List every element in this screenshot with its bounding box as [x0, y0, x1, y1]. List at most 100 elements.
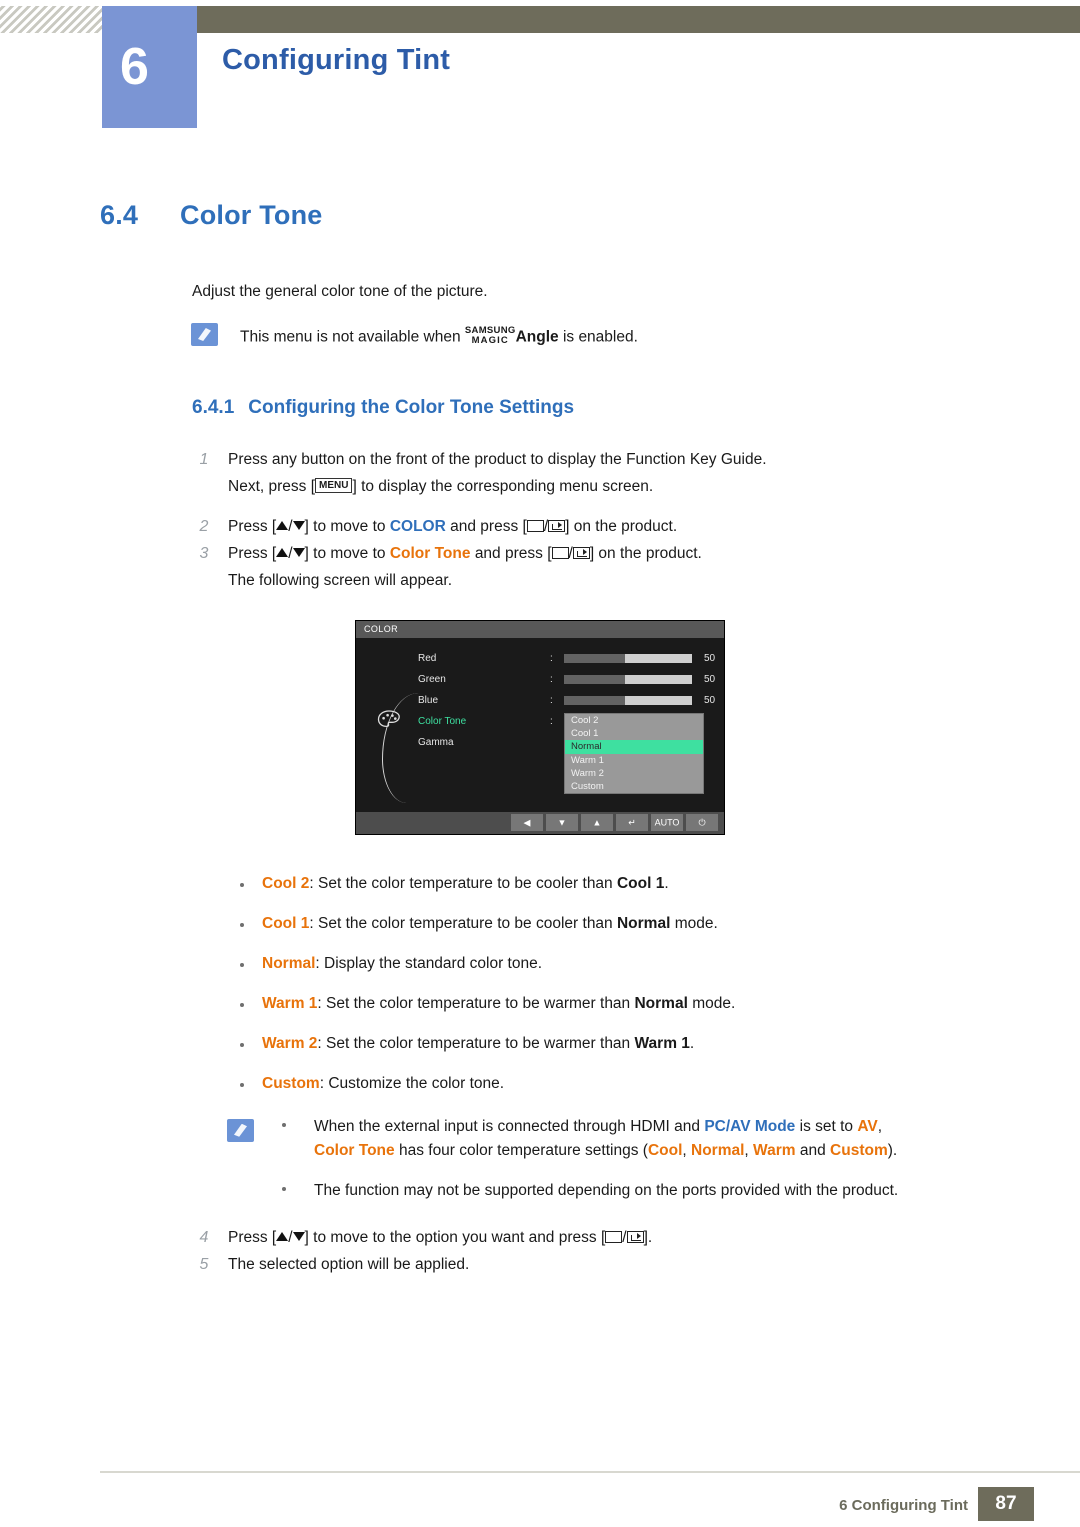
enter-key-icon	[548, 519, 566, 532]
dropdown-item-cool-2[interactable]: Cool 2	[565, 714, 703, 727]
note-box-item-2: The function may not be supported depend…	[282, 1179, 1080, 1203]
step-2-post: ] on the product.	[565, 517, 678, 535]
step-number: 5	[199, 1255, 209, 1273]
up-arrow-icon: ▲	[592, 817, 602, 828]
osd-row-label: Green	[418, 673, 446, 685]
step-2-target: COLOR	[389, 517, 446, 535]
osd-row-slider[interactable]	[564, 695, 692, 705]
osd-row-slider-fill	[564, 695, 626, 705]
source-key-icon	[526, 519, 544, 532]
osd-row-slider[interactable]	[564, 674, 692, 684]
header-bar	[102, 6, 1080, 33]
step-3-target: Color Tone	[389, 544, 471, 562]
bullet-term: Warm 2	[262, 1034, 318, 1052]
subsection-number: 6.4.1	[192, 396, 235, 418]
osd-row-value: 50	[704, 694, 716, 706]
step-text: Press [/] to move to the option you want…	[228, 1228, 653, 1246]
dropdown-item-cool-1[interactable]: Cool 1	[565, 727, 703, 740]
osd-row-slider-fill	[564, 674, 626, 684]
footer-page-number: 87	[978, 1487, 1034, 1521]
section-number: 6.4	[100, 200, 139, 230]
chapter-title: Configuring Tint	[222, 44, 451, 76]
bullet-sep: :	[317, 994, 327, 1012]
bullet-body-after: .	[689, 1034, 695, 1052]
down-arrow-icon	[292, 1232, 305, 1242]
availability-note-text: This menu is not available when SAMSUNG M…	[240, 325, 1080, 347]
left-arrow-icon: ◀	[523, 817, 531, 828]
nb-b1: PC/AV Mode	[704, 1117, 796, 1135]
osd-row-green[interactable]: Green : 50	[418, 672, 718, 693]
down-arrow-button[interactable]: ▼	[546, 814, 578, 832]
bullet-strong: Normal	[634, 994, 688, 1012]
bullet-text: Warm 1: Set the color temperature to be …	[262, 995, 1080, 1013]
osd-row-slider-fill	[564, 653, 626, 663]
bullet-body: Set the color temperature to be warmer t…	[326, 1034, 635, 1052]
step-number: 1	[199, 450, 209, 468]
up-arrow-button[interactable]: ▲	[581, 814, 613, 832]
bullet-cool-1: Cool 1: Set the color temperature to be …	[222, 915, 1080, 933]
nb-l2-p3: ,	[744, 1141, 754, 1159]
up-arrow-icon	[276, 1232, 289, 1242]
dropdown-item-normal[interactable]: Normal	[565, 740, 703, 754]
bullet-cool-2: Cool 2: Set the color temperature to be …	[222, 875, 1080, 893]
nb-l2-p1: has four color temperature settings (	[394, 1141, 648, 1159]
dropdown-item-warm-2[interactable]: Warm 2	[565, 767, 703, 780]
osd-row-red[interactable]: Red : 50	[418, 651, 718, 672]
bullet-warm-1: Warm 1: Set the color temperature to be …	[222, 995, 1080, 1013]
bullet-body-after: .	[664, 874, 669, 892]
magic-word: Angle	[515, 328, 559, 346]
page-footer: 6 Configuring Tint 87	[0, 1471, 1080, 1527]
steps-list-continued: 4 Press [/] to move to the option you wa…	[0, 1229, 1080, 1274]
osd-row-label: Red	[418, 652, 437, 664]
power-button[interactable]: ⏻	[686, 814, 718, 832]
bullet-term: Warm 1	[262, 994, 318, 1012]
magic-line-2: MAGIC	[471, 334, 509, 346]
nb-l2-p4: and	[795, 1141, 831, 1159]
down-arrow-icon	[292, 548, 305, 558]
bullet-body-after: mode.	[670, 914, 718, 932]
nb-l2-b5: Custom	[830, 1141, 888, 1159]
osd-row-slider[interactable]	[564, 653, 692, 663]
bullet-term: Cool 1	[262, 914, 310, 932]
color-tone-dropdown[interactable]: Cool 2 Cool 1 Normal Warm 1 Warm 2 Custo…	[564, 712, 704, 795]
left-arrow-button[interactable]: ◀	[511, 814, 543, 832]
nb-l2-b3: Normal	[691, 1141, 745, 1159]
osd-row-label: Gamma	[418, 736, 454, 748]
step-item: 2 Press [/] to move to COLOR and press […	[192, 518, 1080, 536]
header-hatch-decoration	[0, 6, 102, 33]
bullet-sep: :	[309, 874, 318, 892]
step-3-pre: Press [	[228, 544, 277, 562]
bullet-body: Display the standard color tone.	[324, 954, 543, 972]
step-text: Press any button on the front of the pro…	[228, 450, 767, 468]
osd-function-key-guide: ◀ ▼ ▲ ↵ AUTO ⏻	[356, 811, 724, 834]
osd-title: COLOR	[356, 620, 724, 638]
note-box-item-1-text: When the external input is connected thr…	[314, 1115, 1080, 1163]
note-icon	[227, 1118, 254, 1142]
note-box-item-2-text: The function may not be supported depend…	[314, 1181, 899, 1199]
enter-button[interactable]: ↵	[616, 814, 648, 832]
option-descriptions: Cool 2: Set the color temperature to be …	[0, 875, 1080, 1093]
osd-screenshot: COLOR Red : 50 Green : 50 Blue: 50 Colo…	[355, 619, 725, 835]
step-4-pre: Press [	[228, 1228, 277, 1246]
note-prefix: This menu is not available when	[240, 328, 461, 346]
step-item: 5 The selected option will be applied.	[192, 1256, 1080, 1274]
auto-button[interactable]: AUTO	[651, 814, 683, 832]
chapter-number-badge: 6	[102, 6, 197, 128]
step-text: Press [/] to move to Color Tone and pres…	[228, 544, 702, 562]
nb-p3: ,	[877, 1117, 883, 1135]
step-3-post: ] on the product.	[589, 544, 702, 562]
step-number: 3	[199, 544, 209, 562]
up-arrow-icon	[276, 548, 289, 558]
footer-chapter-label: 6 Configuring Tint	[839, 1497, 968, 1514]
dropdown-item-custom[interactable]: Custom	[565, 780, 703, 793]
osd-row-blue[interactable]: Blue : 50	[418, 693, 718, 714]
osd-row-colon: :	[550, 673, 553, 685]
bullet-body: Set the color temperature to be warmer t…	[326, 994, 635, 1012]
bullet-text: Normal: Display the standard color tone.	[262, 955, 1080, 973]
dropdown-item-warm-1[interactable]: Warm 1	[565, 754, 703, 767]
step-4-mid: ] to move to the option you want and pre…	[304, 1228, 606, 1246]
step-3-sub-line: The following screen will appear.	[228, 571, 453, 589]
step-number: 4	[199, 1228, 209, 1246]
bullet-body: Customize the color tone.	[328, 1074, 505, 1092]
down-arrow-icon: ▼	[557, 817, 567, 828]
